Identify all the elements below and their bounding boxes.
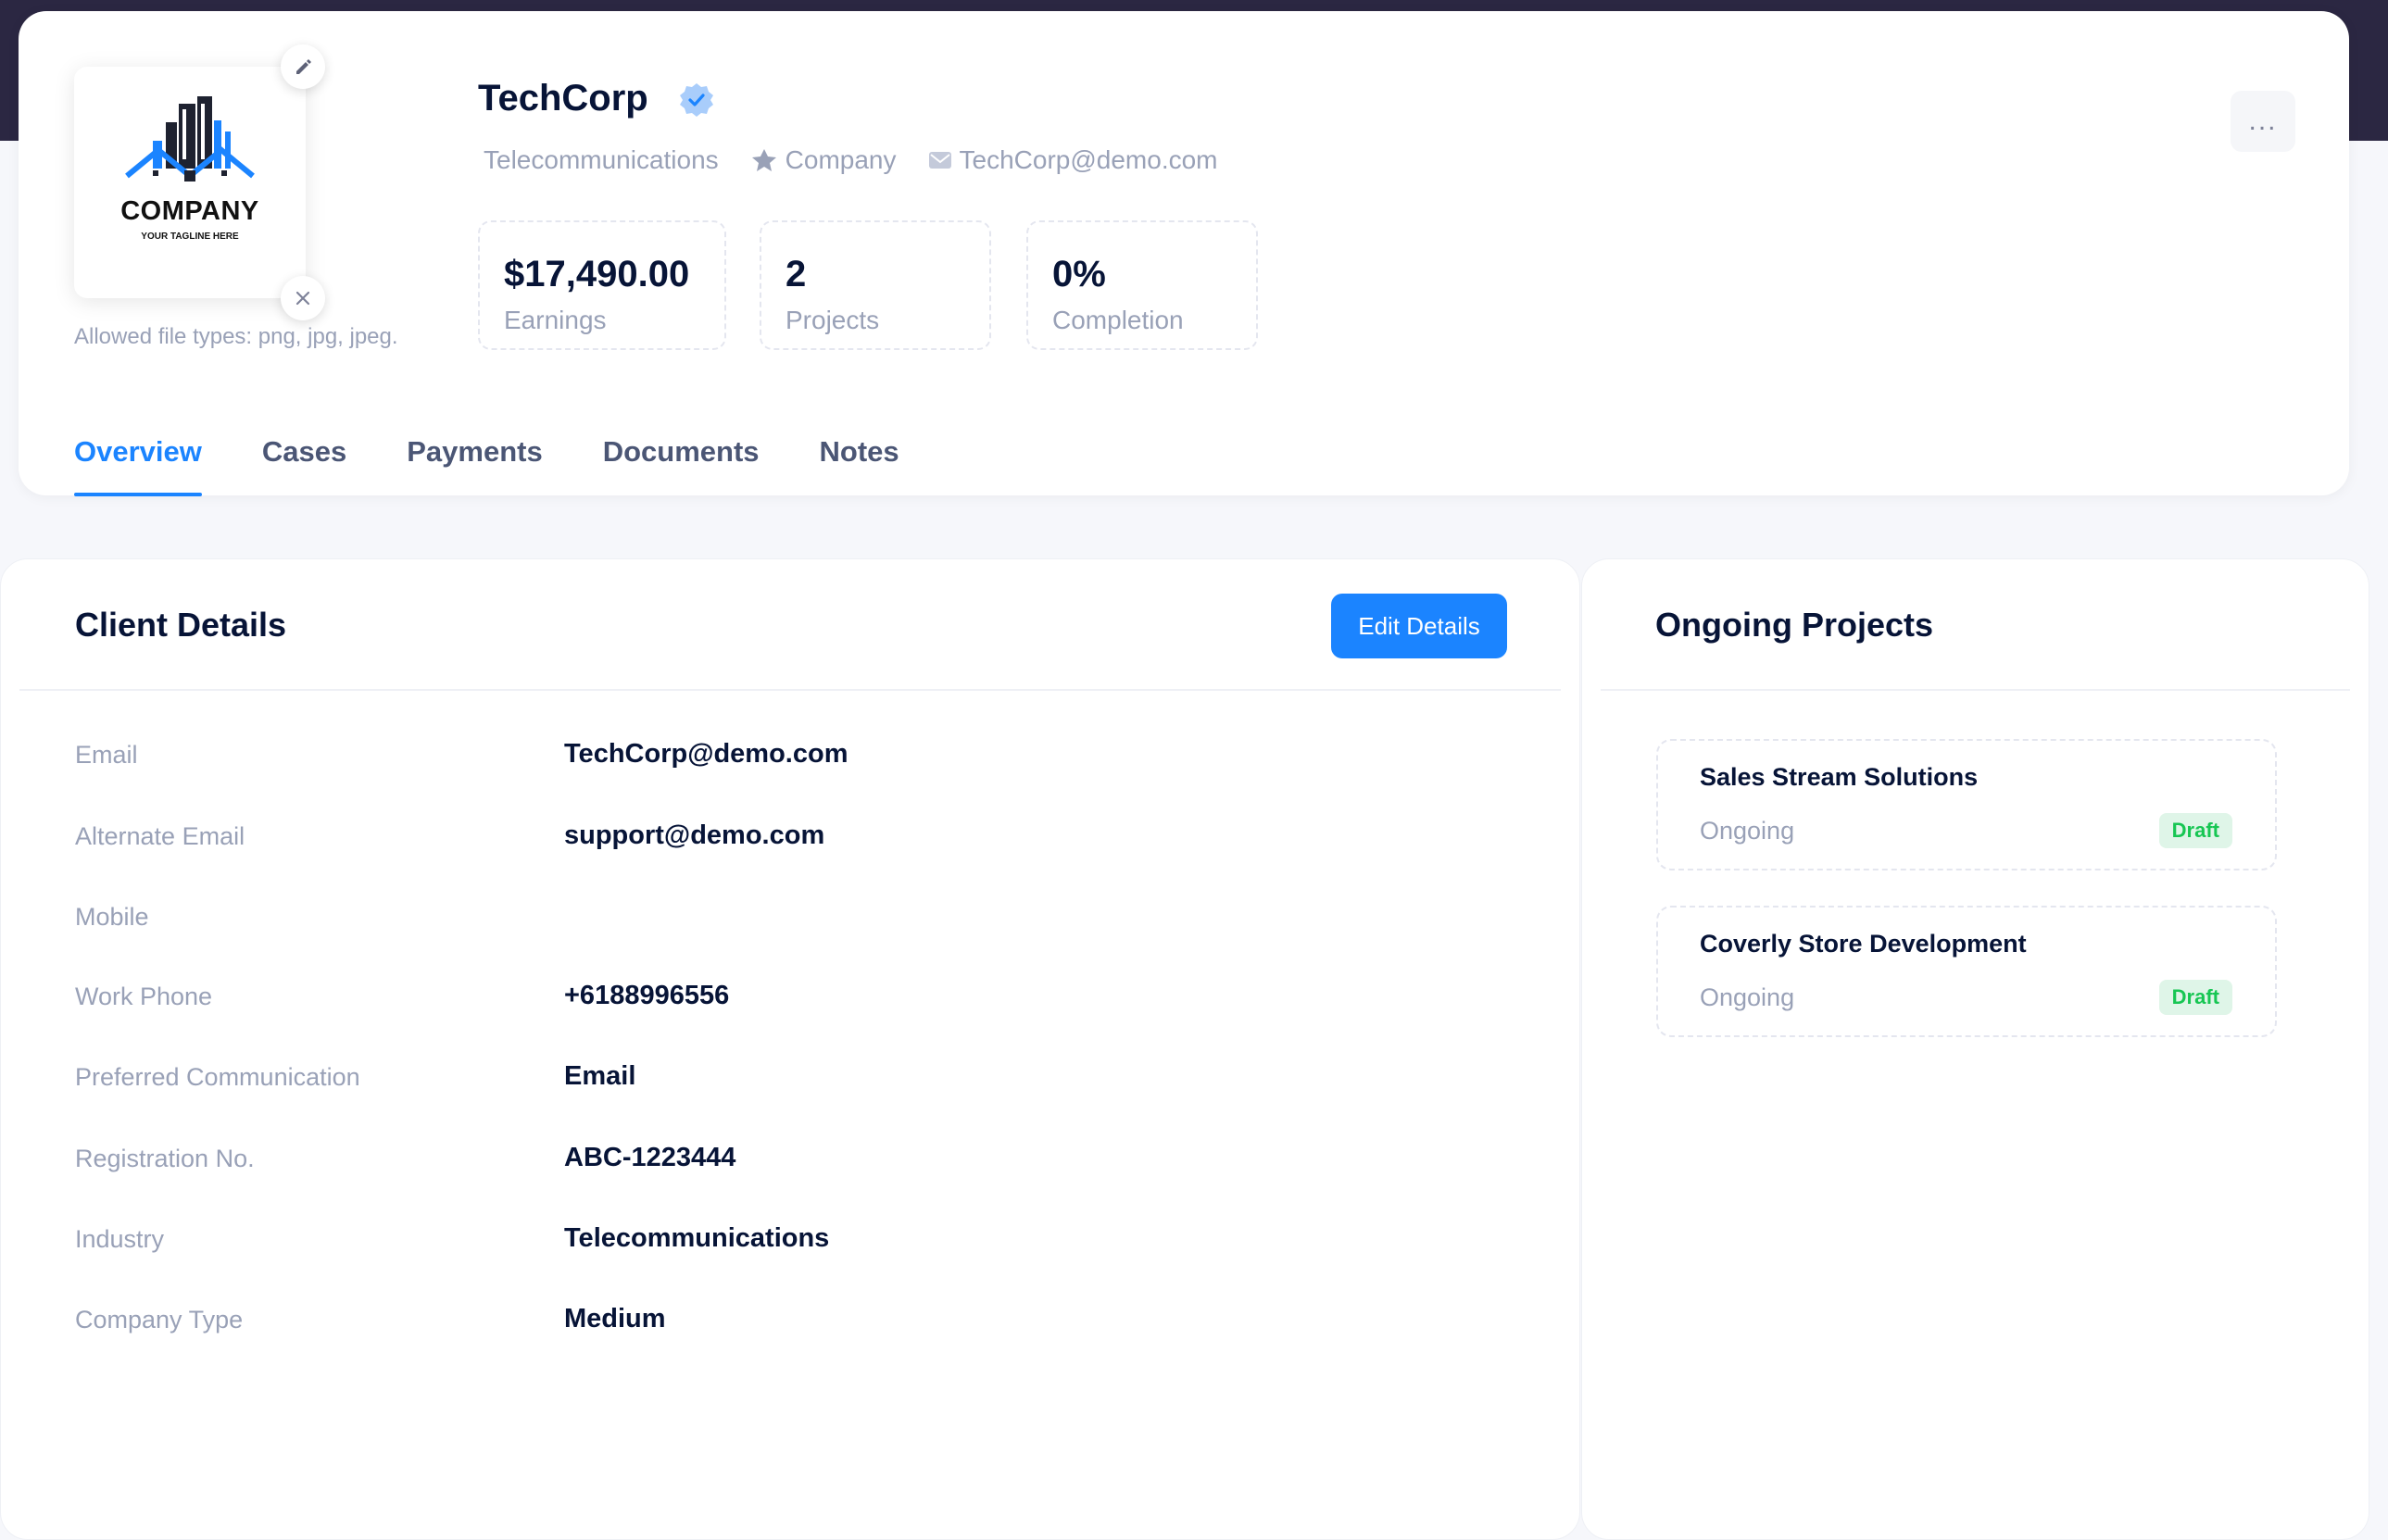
stat-completion: 0% Completion (1026, 220, 1258, 350)
detail-label: Registration No. (75, 1145, 255, 1172)
detail-row-industry: Industry Telecommunications (75, 1223, 1464, 1271)
detail-label: Preferred Communication (75, 1063, 360, 1091)
profile-icon (751, 149, 776, 171)
client-name[interactable]: TechCorp (478, 78, 648, 119)
detail-row-preferred-communication: Preferred Communication Email (75, 1061, 1464, 1109)
logo-name: COMPANY (120, 196, 259, 226)
remove-logo-button[interactable] (281, 276, 325, 320)
project-name: Sales Stream Solutions (1700, 763, 1979, 791)
project-card[interactable]: Coverly Store Development Ongoing Draft (1656, 906, 2277, 1037)
stat-label: Projects (786, 306, 880, 334)
client-meta-row: Telecommunications Company TechCorp@demo… (484, 145, 1218, 175)
divider (1601, 689, 2350, 691)
detail-label: Work Phone (75, 983, 213, 1010)
detail-label: Mobile (75, 903, 149, 931)
ongoing-projects-panel: Ongoing Projects Sales Stream Solutions … (1581, 558, 2369, 1540)
file-types-note: Allowed file types: png, jpg, jpeg. (74, 324, 398, 349)
client-details-panel: Client Details Edit Details Email TechCo… (0, 558, 1580, 1540)
stat-value: 0% (1052, 254, 1106, 294)
detail-value: Email (564, 1061, 636, 1091)
tab-notes[interactable]: Notes (820, 419, 899, 495)
detail-label: Company Type (75, 1306, 244, 1333)
detail-row-alternate-email: Alternate Email support@demo.com (75, 820, 1464, 869)
ongoing-projects-title: Ongoing Projects (1655, 606, 1934, 644)
detail-value: Telecommunications (564, 1223, 830, 1253)
stat-label: Earnings (504, 306, 607, 334)
detail-value: support@demo.com (564, 820, 825, 850)
tab-documents[interactable]: Documents (603, 419, 760, 495)
detail-value: +6188996556 (564, 981, 730, 1010)
detail-label: Industry (75, 1225, 165, 1253)
pencil-icon (296, 59, 311, 74)
status-badge: Draft (2158, 980, 2232, 1015)
edit-details-button[interactable]: Edit Details (1331, 594, 1507, 658)
building-logo-icon (125, 96, 255, 182)
detail-value: ABC-1223444 (564, 1143, 736, 1172)
stat-value: 2 (786, 254, 807, 294)
detail-value: Medium (564, 1304, 666, 1333)
tab-overview[interactable]: Overview (74, 419, 202, 496)
divider (19, 689, 1561, 691)
meta-type[interactable]: Company (750, 145, 897, 175)
detail-row-email: Email TechCorp@demo.com (75, 739, 1464, 787)
meta-email[interactable]: TechCorp@demo.com (928, 145, 1218, 175)
company-logo: COMPANY YOUR TAGLINE HERE (74, 67, 306, 298)
edit-logo-button[interactable] (281, 44, 325, 89)
client-details-title: Client Details (75, 606, 287, 644)
stat-value: $17,490.00 (504, 254, 690, 294)
more-options-button[interactable]: ... (2231, 91, 2295, 152)
detail-row-work-phone: Work Phone +6188996556 (75, 981, 1464, 1029)
stat-earnings: $17,490.00 Earnings (478, 220, 726, 350)
status-badge: Draft (2158, 813, 2232, 848)
tab-payments[interactable]: Payments (407, 419, 542, 495)
detail-row-mobile: Mobile (75, 903, 1464, 949)
project-status: Ongoing (1700, 817, 1795, 845)
detail-row-registration-no: Registration No. ABC-1223444 (75, 1143, 1464, 1191)
meta-industry[interactable]: Telecommunications (484, 145, 719, 175)
verified-badge-icon (680, 83, 713, 117)
project-name: Coverly Store Development (1700, 930, 2027, 958)
logo-tagline: YOUR TAGLINE HERE (141, 232, 239, 242)
project-card[interactable]: Sales Stream Solutions Ongoing Draft (1656, 739, 2277, 870)
profile-card: COMPANY YOUR TAGLINE HERE Allowed file t… (19, 11, 2349, 496)
more-dots-icon: ... (2248, 106, 2278, 136)
detail-label: Email (75, 741, 138, 769)
tab-cases[interactable]: Cases (262, 419, 346, 495)
close-icon (295, 291, 310, 306)
stat-projects: 2 Projects (760, 220, 991, 350)
detail-value: TechCorp@demo.com (564, 739, 848, 769)
project-status: Ongoing (1700, 983, 1795, 1011)
detail-row-company-type: Company Type Medium (75, 1304, 1464, 1352)
detail-label: Alternate Email (75, 822, 245, 850)
profile-tabs: Overview Cases Payments Documents Notes (74, 419, 960, 496)
stat-label: Completion (1052, 306, 1184, 334)
envelope-icon (928, 152, 951, 169)
